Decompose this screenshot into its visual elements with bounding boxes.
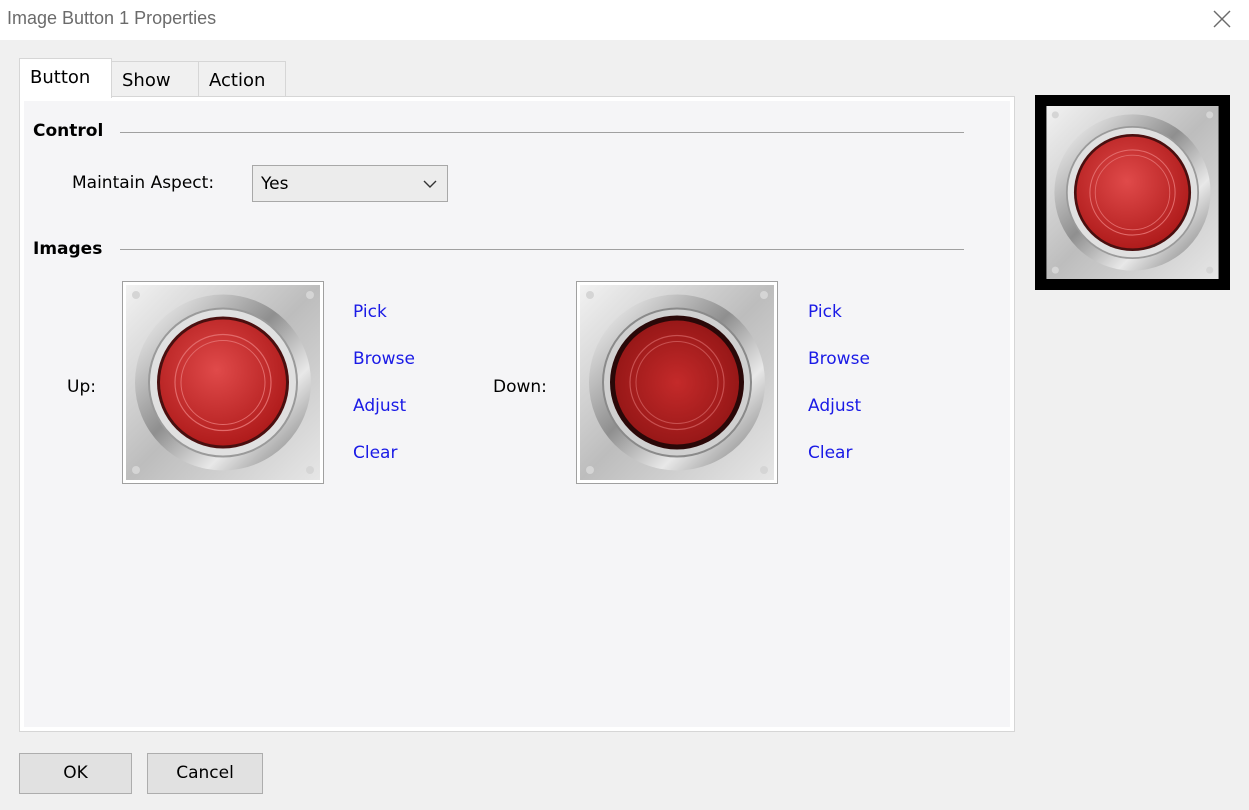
- up-clear-link[interactable]: Clear: [353, 443, 397, 463]
- maintain-aspect-value: Yes: [261, 174, 289, 194]
- up-browse-link[interactable]: Browse: [353, 349, 415, 369]
- images-heading: Images: [33, 239, 103, 259]
- title-bar: Image Button 1 Properties: [0, 0, 1249, 40]
- up-image-frame[interactable]: [122, 281, 324, 484]
- button-preview: [1035, 95, 1230, 290]
- maintain-aspect-label: Maintain Aspect:: [72, 173, 215, 193]
- tab-panel-content: Control Maintain Aspect: Yes Images Up:: [24, 101, 1010, 727]
- maintain-aspect-select[interactable]: Yes: [252, 165, 448, 202]
- tab-show[interactable]: Show: [111, 61, 199, 97]
- control-heading: Control: [33, 121, 104, 141]
- down-adjust-link[interactable]: Adjust: [808, 396, 861, 416]
- down-clear-link[interactable]: Clear: [808, 443, 852, 463]
- preview-image: [1046, 106, 1219, 279]
- chevron-down-icon: [423, 180, 437, 188]
- tab-action[interactable]: Action: [198, 61, 286, 97]
- window-title: Image Button 1 Properties: [7, 8, 217, 28]
- ok-button[interactable]: OK: [19, 753, 132, 794]
- close-icon: [1213, 10, 1231, 28]
- up-pick-link[interactable]: Pick: [353, 302, 387, 322]
- down-pick-link[interactable]: Pick: [808, 302, 842, 322]
- down-image-frame[interactable]: [576, 281, 778, 484]
- down-label: Down:: [493, 377, 547, 397]
- images-divider: [120, 249, 964, 250]
- up-adjust-link[interactable]: Adjust: [353, 396, 406, 416]
- tab-button[interactable]: Button: [19, 58, 112, 98]
- control-divider: [120, 132, 964, 133]
- properties-dialog: Image Button 1 Properties Button Show Ac…: [0, 0, 1249, 810]
- close-button[interactable]: [1209, 6, 1235, 32]
- cancel-button[interactable]: Cancel: [147, 753, 263, 794]
- up-image: [126, 285, 320, 480]
- tab-panel: Control Maintain Aspect: Yes Images Up:: [19, 96, 1015, 732]
- up-label: Up:: [67, 377, 96, 397]
- down-image: [580, 285, 774, 480]
- down-browse-link[interactable]: Browse: [808, 349, 870, 369]
